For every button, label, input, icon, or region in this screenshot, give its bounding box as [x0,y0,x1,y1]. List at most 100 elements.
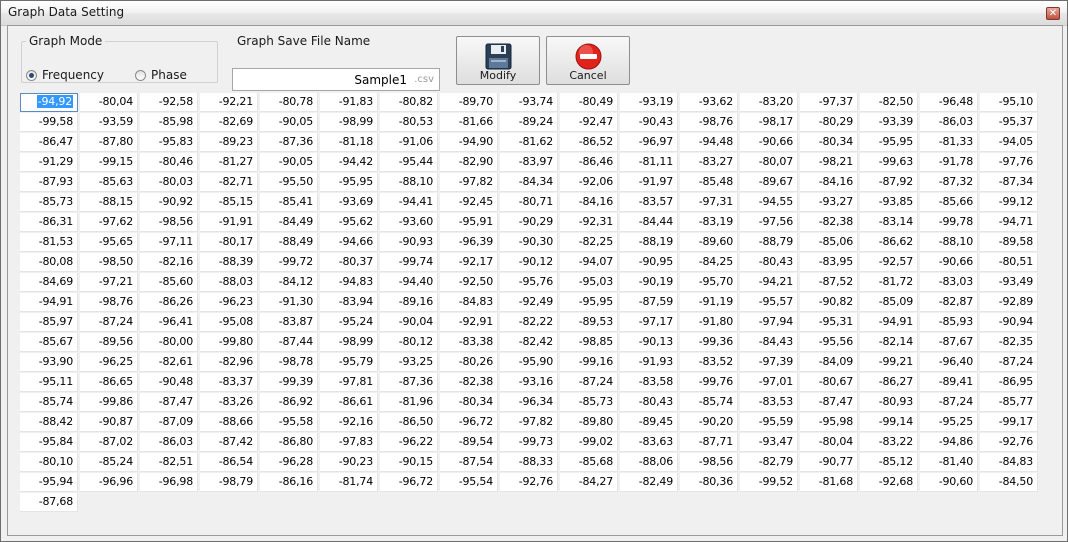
grid-cell[interactable]: -95,37 [980,113,1038,132]
grid-cell[interactable]: -96,41 [140,313,198,332]
grid-cell[interactable]: -97,39 [740,353,798,372]
grid-cell[interactable]: -86,46 [560,153,618,172]
grid-cell[interactable]: -89,41 [920,373,978,392]
grid-cell[interactable]: -85,15 [200,193,258,212]
grid-cell[interactable]: -96,28 [260,453,318,472]
grid-cell[interactable]: -95,24 [320,313,378,332]
grid-cell[interactable]: -92,21 [200,93,258,112]
grid-cell[interactable]: -90,60 [920,473,978,492]
grid-cell[interactable]: -87,68 [20,493,78,512]
grid-cell[interactable]: -92,16 [320,413,378,432]
grid-cell[interactable]: -86,62 [860,233,918,252]
grid-cell[interactable]: -90,66 [740,133,798,152]
grid-cell[interactable]: -92,31 [560,213,618,232]
grid-cell[interactable]: -94,90 [440,133,498,152]
grid-cell[interactable]: -91,06 [380,133,438,152]
grid-cell[interactable]: -93,16 [500,373,558,392]
grid-cell[interactable]: -88,06 [620,453,678,472]
grid-cell[interactable]: -93,49 [980,273,1038,292]
grid-cell[interactable]: -89,80 [560,413,618,432]
grid-cell[interactable]: -98,99 [320,113,378,132]
grid-cell[interactable]: -87,71 [680,433,738,452]
grid-cell[interactable]: -86,27 [860,373,918,392]
grid-cell[interactable]: -93,90 [20,353,78,372]
grid-cell[interactable]: -99,63 [860,153,918,172]
grid-cell[interactable]: -85,63 [80,173,138,192]
grid-cell[interactable]: -92,57 [860,253,918,272]
grid-cell[interactable]: -95,95 [860,133,918,152]
grid-cell[interactable]: -98,99 [320,333,378,352]
grid-cell[interactable]: -87,92 [860,173,918,192]
grid-cell[interactable]: -99,86 [80,393,138,412]
grid-cell[interactable]: -87,24 [560,373,618,392]
modify-button[interactable]: Modify [456,36,540,85]
grid-cell[interactable]: -95,03 [560,273,618,292]
grid-cell[interactable]: -99,72 [260,253,318,272]
grid-cell[interactable]: -85,68 [560,453,618,472]
grid-cell[interactable]: -86,26 [140,293,198,312]
grid-cell[interactable]: -85,12 [860,453,918,472]
grid-cell[interactable]: -90,20 [680,413,738,432]
grid-cell[interactable]: -88,19 [620,233,678,252]
grid-cell[interactable]: -80,04 [80,93,138,112]
grid-cell[interactable]: -94,55 [740,193,798,212]
grid-cell[interactable]: -97,56 [740,213,798,232]
grid-cell[interactable]: -81,62 [500,133,558,152]
grid-cell[interactable]: -91,97 [620,173,678,192]
grid-cell[interactable]: -80,12 [380,333,438,352]
grid-cell[interactable]: -89,58 [980,233,1038,252]
grid-cell[interactable]: -80,51 [980,253,1038,272]
grid-cell[interactable]: -96,72 [440,413,498,432]
grid-cell[interactable]: -83,03 [920,273,978,292]
grid-cell[interactable]: -86,47 [20,133,78,152]
grid-cell[interactable]: -95,08 [200,313,258,332]
grid-cell[interactable]: -85,74 [20,393,78,412]
grid-cell[interactable]: -87,34 [980,173,1038,192]
grid-cell[interactable]: -83,52 [680,353,738,372]
grid-cell[interactable]: -96,39 [440,233,498,252]
grid-cell[interactable]: -85,67 [20,333,78,352]
grid-cell[interactable]: -95,98 [800,413,858,432]
grid-cell[interactable]: -85,24 [80,453,138,472]
grid-cell[interactable]: -96,72 [380,473,438,492]
grid-cell[interactable]: -88,33 [500,453,558,472]
grid-cell[interactable]: -80,36 [680,473,738,492]
grid-cell[interactable]: -80,71 [500,193,558,212]
grid-cell[interactable]: -87,36 [380,373,438,392]
grid-cell[interactable]: -95,95 [320,173,378,192]
grid-cell[interactable]: -89,23 [200,133,258,152]
save-file-name-input[interactable]: Sample1 .csv [232,68,440,91]
grid-cell[interactable]: -83,53 [740,393,798,412]
grid-cell[interactable]: -90,15 [380,453,438,472]
grid-cell[interactable]: -83,97 [500,153,558,172]
grid-cell[interactable]: -90,12 [500,253,558,272]
grid-cell[interactable]: -89,16 [380,293,438,312]
grid-cell[interactable]: -92,45 [440,193,498,212]
grid-cell[interactable]: -90,05 [260,153,318,172]
grid-cell[interactable]: -95,44 [380,153,438,172]
grid-cell[interactable]: -87,24 [920,393,978,412]
grid-cell[interactable]: -87,52 [800,273,858,292]
grid-cell[interactable]: -90,23 [320,453,378,472]
grid-cell[interactable]: -99,14 [860,413,918,432]
grid-cell[interactable]: -97,94 [740,313,798,332]
grid-cell[interactable]: -86,52 [560,133,618,152]
grid-cell[interactable]: -96,25 [80,353,138,372]
grid-cell[interactable]: -80,93 [860,393,918,412]
grid-cell[interactable]: -86,16 [260,473,318,492]
grid-cell[interactable]: -90,48 [140,373,198,392]
grid-cell[interactable]: -94,07 [560,253,618,272]
grid-cell[interactable]: -80,53 [380,113,438,132]
grid-cell[interactable]: -87,47 [140,393,198,412]
grid-cell[interactable]: -91,19 [680,293,738,312]
grid-cell[interactable]: -88,10 [920,233,978,252]
grid-cell[interactable]: -82,87 [920,293,978,312]
grid-cell[interactable]: -95,70 [680,273,738,292]
grid-cell[interactable]: -97,21 [80,273,138,292]
grid-cell[interactable]: -93,39 [860,113,918,132]
grid-cell[interactable]: -86,50 [380,413,438,432]
grid-cell[interactable]: -81,40 [920,453,978,472]
grid-cell[interactable]: -95,57 [740,293,798,312]
grid-cell[interactable]: -82,49 [620,473,678,492]
grid-cell[interactable]: -94,66 [320,233,378,252]
